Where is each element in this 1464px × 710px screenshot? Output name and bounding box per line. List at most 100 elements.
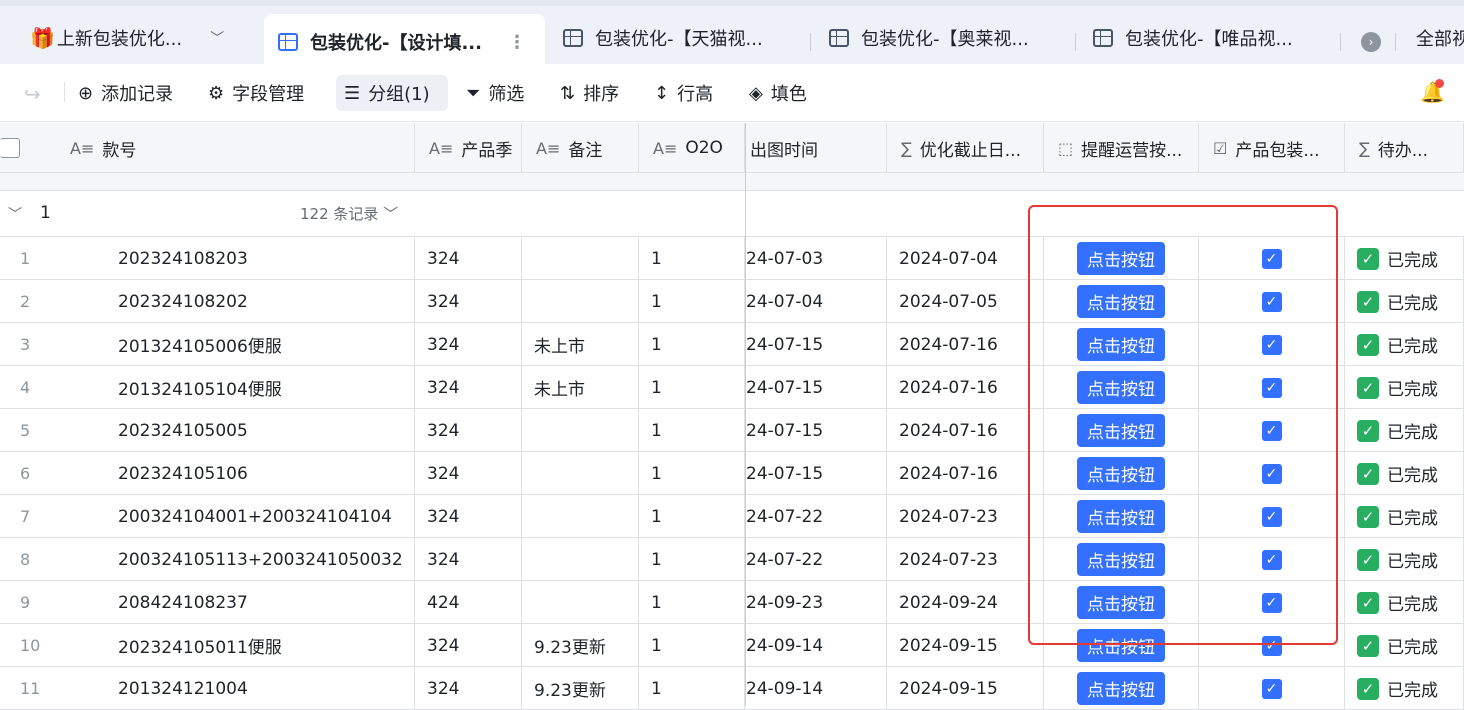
remind-ops-button[interactable]: 点击按钮 [1077, 672, 1165, 705]
select-all-checkbox[interactable] [0, 138, 20, 158]
column-header-style-no[interactable]: A≡ 款号 [56, 123, 415, 173]
cell-o2o[interactable]: 1 [639, 280, 745, 323]
checkbox-checked-icon[interactable]: ✓ [1261, 463, 1282, 484]
group-record-count[interactable]: 122 条记录 ﹀ [300, 203, 398, 224]
cell-index[interactable]: 6 [0, 452, 56, 495]
cell-deadline[interactable]: 2024-07-04 [887, 237, 1044, 280]
cell-output-time[interactable]: 24-07-15 [746, 452, 887, 495]
cell-note[interactable] [522, 452, 639, 495]
remind-ops-button[interactable]: 点击按钮 [1077, 414, 1165, 447]
checkbox-checked-icon[interactable]: ✓ [1261, 420, 1282, 441]
cell-style-no[interactable]: 202324108202 [56, 280, 415, 323]
cell-output-time[interactable]: 24-07-03 [746, 237, 887, 280]
tab-design-fill[interactable]: 包装优化-【设计填... ⋮ [264, 14, 545, 70]
cell-season[interactable]: 324 [415, 409, 522, 452]
more-vertical-icon[interactable]: ⋮ [508, 32, 526, 53]
cell-style-no[interactable]: 202324105106 [56, 452, 415, 495]
table-row[interactable]: 7 200324104001+200324104104 324 1 24-07-22 20… [0, 495, 1464, 538]
cell-o2o[interactable]: 1 [639, 452, 745, 495]
cell-o2o[interactable]: 1 [639, 624, 745, 667]
cell-deadline[interactable]: 2024-07-05 [887, 280, 1044, 323]
remind-ops-button[interactable]: 点击按钮 [1077, 242, 1165, 275]
table-row[interactable]: 3 201324105006便服 324 未上市 1 24-07-15 2024-07-16… [0, 323, 1464, 366]
cell-style-no[interactable]: 201324105104便服 [56, 366, 415, 409]
row-height-button[interactable]: ↕ 行高 [646, 75, 721, 111]
add-record-button[interactable]: ⊕ 添加记录 [70, 75, 181, 111]
table-row[interactable]: 11 201324121004 324 9.23更新 1 24-09-14 2024-09-… [0, 667, 1464, 710]
table-row[interactable]: 5 202324105005 324 1 24-07-15 2024-07-16 点击按钮 ✓… [0, 409, 1464, 452]
cell-season[interactable]: 324 [415, 667, 522, 710]
cell-index[interactable]: 3 [0, 323, 56, 366]
cell-style-no[interactable]: 202324105011便服 [56, 624, 415, 667]
cell-deadline[interactable]: 2024-07-16 [887, 409, 1044, 452]
table-row[interactable]: 4 201324105104便服 324 未上市 1 24-07-15 2024-07-16… [0, 366, 1464, 409]
group-button[interactable]: ☰ 分组(1) [336, 75, 448, 111]
cell-o2o[interactable]: 1 [639, 409, 745, 452]
checkbox-checked-icon[interactable]: ✓ [1261, 678, 1282, 699]
table-row[interactable]: 10 202324105011便服 324 9.23更新 1 24-09-14 2024-0… [0, 624, 1464, 667]
cell-output-time[interactable]: 24-07-22 [746, 538, 887, 581]
cell-output-time[interactable]: 24-09-23 [746, 581, 887, 624]
column-header-o2o[interactable]: A≡ O2O [639, 123, 745, 173]
cell-deadline[interactable]: 2024-09-15 [887, 667, 1044, 710]
column-header-season[interactable]: A≡ 产品季 [415, 123, 522, 173]
sort-button[interactable]: ⇅ 排序 [552, 75, 627, 111]
cell-o2o[interactable]: 1 [639, 667, 745, 710]
cell-style-no[interactable]: 200324104001+200324104104 [56, 495, 415, 538]
cell-o2o[interactable]: 1 [639, 581, 745, 624]
cell-style-no[interactable]: 202324108203 [56, 237, 415, 280]
cell-note[interactable] [522, 538, 639, 581]
cell-index[interactable]: 7 [0, 495, 56, 538]
table-row[interactable]: 8 200324105113+2003241050032 324 1 24-07-22 2… [0, 538, 1464, 581]
cell-deadline[interactable]: 2024-07-23 [887, 495, 1044, 538]
checkbox-checked-icon[interactable]: ✓ [1261, 291, 1282, 312]
column-header-packaging[interactable]: ☑ 产品包装... [1199, 123, 1345, 173]
cell-output-time[interactable]: 24-07-15 [746, 366, 887, 409]
chevron-down-icon[interactable]: ﹀ [8, 204, 22, 224]
cell-style-no[interactable]: 201324105006便服 [56, 323, 415, 366]
cell-deadline[interactable]: 2024-07-16 [887, 452, 1044, 495]
filter-button[interactable]: ⏷ 筛选 [458, 75, 532, 111]
fill-color-button[interactable]: ◈ 填色 [741, 75, 815, 111]
cell-style-no[interactable]: 208424108237 [56, 581, 415, 624]
cell-deadline[interactable]: 2024-07-16 [887, 366, 1044, 409]
tab-outlet-view[interactable]: 包装优化-【奥莱视... [829, 12, 1059, 64]
cell-o2o[interactable]: 1 [639, 495, 745, 538]
cell-index[interactable]: 11 [0, 667, 56, 710]
cell-season[interactable]: 324 [415, 495, 522, 538]
cell-style-no[interactable]: 200324105113+2003241050032 [56, 538, 415, 581]
cell-season[interactable]: 324 [415, 366, 522, 409]
cell-output-time[interactable]: 24-09-14 [746, 667, 887, 710]
cell-deadline[interactable]: 2024-09-15 [887, 624, 1044, 667]
column-header-output-time[interactable]: 出图时间 [746, 123, 887, 173]
cell-note[interactable] [522, 495, 639, 538]
cell-output-time[interactable]: 24-07-15 [746, 409, 887, 452]
cell-deadline[interactable]: 2024-07-16 [887, 323, 1044, 366]
cell-index[interactable]: 5 [0, 409, 56, 452]
cell-index[interactable]: 9 [0, 581, 56, 624]
remind-ops-button[interactable]: 点击按钮 [1077, 328, 1165, 361]
cell-output-time[interactable]: 24-07-22 [746, 495, 887, 538]
cell-output-time[interactable]: 24-09-14 [746, 624, 887, 667]
cell-season[interactable]: 324 [415, 452, 522, 495]
cell-output-time[interactable]: 24-07-15 [746, 323, 887, 366]
chevron-down-icon[interactable]: ﹀ [210, 28, 224, 48]
more-tabs-icon[interactable]: › [1361, 32, 1381, 52]
field-manage-button[interactable]: ⚙ 字段管理 [200, 75, 312, 111]
cell-note[interactable]: 9.23更新 [522, 624, 639, 667]
cell-note[interactable]: 未上市 [522, 366, 639, 409]
cell-deadline[interactable]: 2024-07-23 [887, 538, 1044, 581]
cell-note[interactable]: 9.23更新 [522, 667, 639, 710]
remind-ops-button[interactable]: 点击按钮 [1077, 285, 1165, 318]
cell-index[interactable]: 2 [0, 280, 56, 323]
checkbox-checked-icon[interactable]: ✓ [1261, 506, 1282, 527]
cell-note[interactable] [522, 237, 639, 280]
remind-ops-button[interactable]: 点击按钮 [1077, 500, 1165, 533]
tab-tmall-view[interactable]: 包装优化-【天猫视... [563, 12, 793, 64]
cell-o2o[interactable]: 1 [639, 366, 745, 409]
cell-o2o[interactable]: 1 [639, 538, 745, 581]
table-row[interactable]: 9 208424108237 424 1 24-09-23 2024-09-24 点击按钮 ✓… [0, 581, 1464, 624]
cell-index[interactable]: 10 [0, 624, 56, 667]
cell-season[interactable]: 324 [415, 624, 522, 667]
group-row[interactable]: ﹀ 1 122 条记录 ﹀ [0, 191, 1464, 237]
